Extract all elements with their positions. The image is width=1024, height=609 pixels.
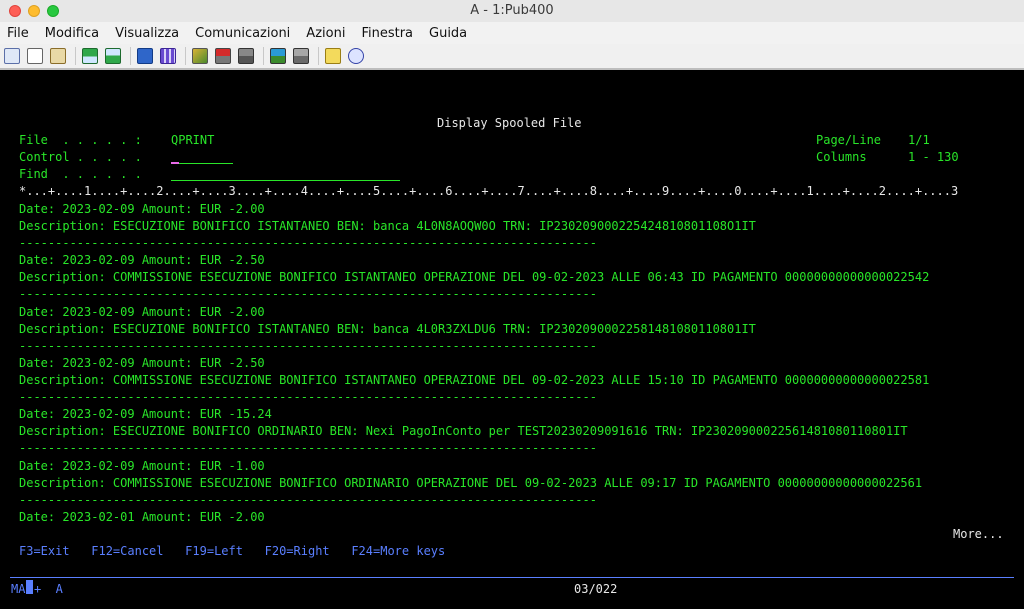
find-input[interactable]: [171, 180, 400, 181]
keypad-icon: [160, 48, 176, 64]
macro-manage-button[interactable]: [291, 46, 311, 66]
find-label: Find . . . . . .: [19, 167, 142, 181]
status-mode: MA: [11, 582, 26, 596]
display-icon: [137, 48, 153, 64]
receive-file-icon: [105, 48, 121, 64]
send-file-icon: [82, 48, 98, 64]
keypad-button[interactable]: [158, 46, 178, 66]
file-label: File . . . . . :: [19, 133, 142, 147]
list-item: Date: 2023-02-09 Amount: EUR -15.24: [19, 407, 272, 421]
list-item: Date: 2023-02-09 Amount: EUR -2.00: [19, 305, 265, 319]
macro-stop-button[interactable]: [213, 46, 233, 66]
status-divider: [10, 577, 1014, 578]
macro-record-icon: [192, 48, 208, 64]
control-input[interactable]: [179, 163, 233, 164]
list-item: Description: ESECUZIONE BONIFICO ISTANTA…: [19, 219, 756, 233]
separator-line: ----------------------------------------…: [19, 236, 597, 250]
status-session: + A: [34, 582, 63, 596]
toolbar-separator: [318, 47, 319, 65]
more-indicator: More...: [953, 527, 1004, 541]
control-label: Control . . . . .: [19, 150, 142, 164]
separator-line: ----------------------------------------…: [19, 287, 597, 301]
list-item: Description: ESECUZIONE BONIFICO ORDINAR…: [19, 424, 908, 438]
toolbar-separator: [75, 47, 76, 65]
menu-file[interactable]: File: [0, 26, 37, 41]
macro-record-button[interactable]: [190, 46, 210, 66]
copy-icon: [4, 48, 20, 64]
list-item: Description: COMMISSIONE ESECUZIONE BONI…: [19, 373, 930, 387]
toolbar-separator: [185, 47, 186, 65]
separator-line: ----------------------------------------…: [19, 390, 597, 404]
send-file-button[interactable]: [80, 46, 100, 66]
function-keys: F3=Exit F12=Cancel F19=Left F20=Right F2…: [19, 544, 446, 558]
help-button[interactable]: [346, 46, 366, 66]
menu-bar: File Modifica Visualizza Comunicazioni A…: [0, 22, 1024, 44]
list-item: Date: 2023-02-09 Amount: EUR -2.50: [19, 356, 265, 370]
cursor-position: 03/022: [574, 582, 618, 596]
toolbar: [0, 44, 1024, 70]
columns-label: Columns: [816, 150, 867, 164]
paste-button[interactable]: [25, 46, 45, 66]
notes-icon: [325, 48, 341, 64]
macro-play-button[interactable]: [236, 46, 256, 66]
pageline-value: 1/1: [908, 133, 930, 147]
display-button[interactable]: [135, 46, 155, 66]
separator-line: ----------------------------------------…: [19, 339, 597, 353]
menu-comunicazioni[interactable]: Comunicazioni: [187, 26, 298, 41]
paste-icon: [27, 48, 43, 64]
separator-line: ----------------------------------------…: [19, 493, 597, 507]
separator-line: ----------------------------------------…: [19, 441, 597, 455]
menu-guida[interactable]: Guida: [421, 26, 475, 41]
macro-play-icon: [238, 48, 254, 64]
cursor-marker: [171, 162, 179, 164]
toolbar-separator: [263, 47, 264, 65]
copy-button[interactable]: [2, 46, 22, 66]
help-icon: [348, 48, 364, 64]
list-item: Date: 2023-02-09 Amount: EUR -2.50: [19, 253, 265, 267]
status-cursor: [26, 580, 33, 594]
receive-file-button[interactable]: [103, 46, 123, 66]
clipboard-button[interactable]: [48, 46, 68, 66]
macro-pause-button[interactable]: [268, 46, 288, 66]
menu-azioni[interactable]: Azioni: [298, 26, 353, 41]
list-item: Date: 2023-02-09 Amount: EUR -1.00: [19, 459, 265, 473]
pageline-label: Page/Line: [816, 133, 882, 147]
title-bar: A - 1:Pub400: [0, 0, 1024, 23]
list-item: Description: COMMISSIONE ESECUZIONE BONI…: [19, 270, 930, 284]
macro-stop-icon: [293, 48, 309, 64]
list-item: Date: 2023-02-09 Amount: EUR -2.00: [19, 202, 265, 216]
menu-modifica[interactable]: Modifica: [37, 26, 107, 41]
clipboard-icon: [50, 48, 66, 64]
list-item: Date: 2023-02-01 Amount: EUR -2.00: [19, 510, 265, 524]
macro-stop-icon: [215, 48, 231, 64]
list-item: Description: COMMISSIONE ESECUZIONE BONI…: [19, 476, 923, 490]
screen-title: Display Spooled File: [437, 116, 582, 130]
columns-value: 1 - 130: [908, 150, 959, 164]
menu-finestra[interactable]: Finestra: [353, 26, 421, 41]
window-title: A - 1:Pub400: [470, 3, 554, 18]
macro-pause-icon: [270, 48, 286, 64]
notes-button[interactable]: [323, 46, 343, 66]
list-item: Description: ESECUZIONE BONIFICO ISTANTA…: [19, 322, 756, 336]
toolbar-separator: [130, 47, 131, 65]
column-ruler: *...+....1....+....2....+....3....+....4…: [19, 184, 959, 198]
menu-visualizza[interactable]: Visualizza: [107, 26, 187, 41]
terminal-screen[interactable]: Display Spooled File File . . . . . : QP…: [0, 72, 1024, 609]
file-value: QPRINT: [171, 133, 215, 147]
